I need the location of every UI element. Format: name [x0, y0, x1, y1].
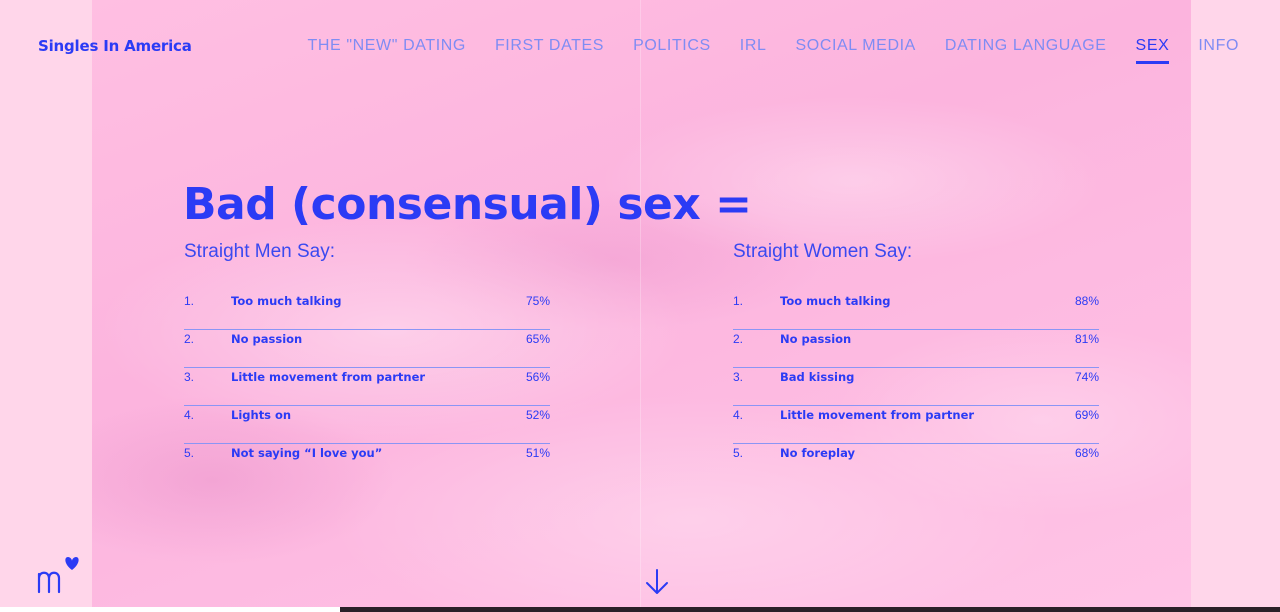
nav-item-first-dates[interactable]: FIRST DATES	[495, 37, 604, 55]
list-item: 2. No passion 65%	[184, 330, 550, 368]
list-item-label: No foreplay	[780, 446, 855, 460]
men-list: Straight Men Say: 1. Too much talking 75…	[184, 240, 550, 481]
list-item: 3. Little movement from partner 56%	[184, 368, 550, 406]
match-logo-icon[interactable]	[36, 554, 82, 596]
list-item: 2. No passion 81%	[733, 330, 1099, 368]
list-item-percent: 52%	[525, 408, 550, 422]
list-item-number: 2.	[184, 332, 195, 346]
list-item-percent: 51%	[525, 446, 550, 460]
list-item-number: 1.	[184, 294, 195, 308]
nav-item-dating-language[interactable]: DATING LANGUAGE	[945, 37, 1107, 55]
arrow-down-icon[interactable]	[644, 568, 670, 596]
list-item: 4. Lights on 52%	[184, 406, 550, 444]
nav-item-irl[interactable]: IRL	[740, 37, 767, 55]
list-item-label: Not saying “I love you”	[231, 446, 383, 460]
list-item-number: 4.	[733, 408, 744, 422]
list-item-label: Little movement from partner	[231, 370, 426, 384]
nav-item-social-media[interactable]: SOCIAL MEDIA	[796, 37, 916, 55]
bottom-strip-left	[0, 607, 340, 612]
list-item-percent: 68%	[1074, 446, 1099, 460]
bottom-strip	[340, 607, 1280, 612]
nav-item-info[interactable]: INFO	[1198, 37, 1239, 55]
list-item-number: 5.	[733, 446, 744, 460]
list-item-label: Too much talking	[231, 294, 342, 308]
list-item-percent: 69%	[1074, 408, 1099, 422]
list-item-number: 1.	[733, 294, 744, 308]
nav-item-politics[interactable]: POLITICS	[633, 37, 711, 55]
list-item: 3. Bad kissing 74%	[733, 368, 1099, 406]
list-item-number: 4.	[184, 408, 195, 422]
list-item-percent: 74%	[1074, 370, 1099, 384]
list-item-number: 3.	[733, 370, 744, 384]
list-item-percent: 65%	[525, 332, 550, 346]
main-nav: THE "NEW" DATING FIRST DATES POLITICS IR…	[279, 37, 1240, 64]
women-list-title: Straight Women Say:	[733, 241, 913, 262]
women-list: Straight Women Say: 1. Too much talking …	[733, 240, 1099, 481]
list-item-percent: 81%	[1074, 332, 1099, 346]
list-item-label: No passion	[780, 332, 852, 346]
list-item: 5. No foreplay 68%	[733, 444, 1099, 481]
list-item-label: Lights on	[231, 408, 292, 422]
list-item-label: No passion	[231, 332, 303, 346]
brand-link[interactable]: Singles In America	[38, 37, 192, 55]
list-item-percent: 56%	[525, 370, 550, 384]
nav-item-sex[interactable]: SEX	[1135, 37, 1170, 64]
list-item: 1. Too much talking 88%	[733, 292, 1099, 330]
list-item: 4. Little movement from partner 69%	[733, 406, 1099, 444]
list-item-number: 3.	[184, 370, 195, 384]
nav-item-new-dating[interactable]: THE "NEW" DATING	[308, 37, 466, 55]
list-item-label: Bad kissing	[780, 370, 855, 384]
list-item-number: 2.	[733, 332, 744, 346]
list-item-label: Little movement from partner	[780, 408, 975, 422]
list-item-percent: 88%	[1074, 294, 1099, 308]
page-title: Bad (consensual) sex =	[183, 179, 752, 231]
list-item-label: Too much talking	[780, 294, 891, 308]
list-item-number: 5.	[184, 446, 195, 460]
list-item: 5. Not saying “I love you” 51%	[184, 444, 550, 481]
men-list-title: Straight Men Say:	[184, 241, 336, 262]
list-item-percent: 75%	[525, 294, 550, 308]
list-item: 1. Too much talking 75%	[184, 292, 550, 330]
